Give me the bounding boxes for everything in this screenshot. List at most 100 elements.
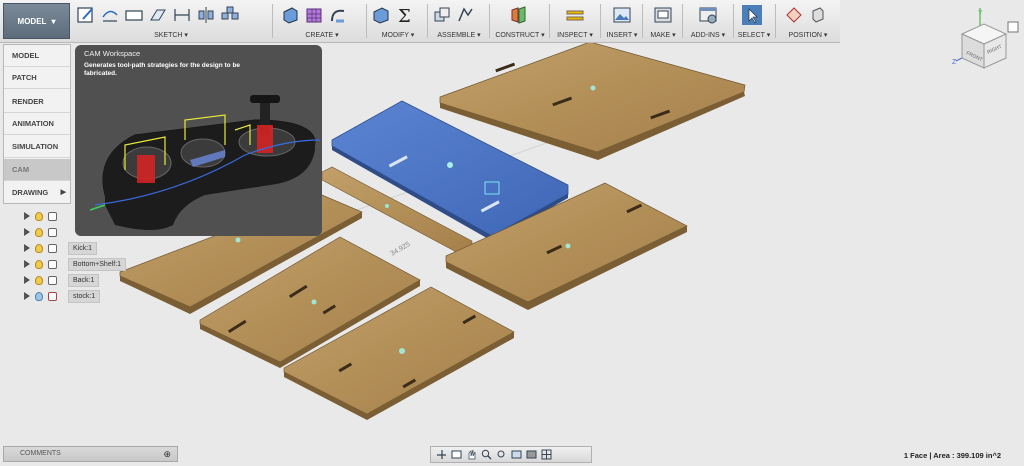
tree-row[interactable] (24, 209, 57, 223)
component-icon (48, 227, 57, 237)
cam-workspace-tooltip: CAM Workspace Generates tool-path strate… (75, 45, 322, 236)
create-group[interactable]: CREATE ▾ (280, 2, 364, 40)
mirror-icon[interactable] (196, 5, 216, 25)
assemble-group[interactable]: ASSEMBLE ▾ (432, 2, 486, 40)
menu-item-cam[interactable]: CAM (4, 159, 70, 181)
sketch-label: SKETCH (154, 32, 183, 39)
comments-label: COMMENTS (20, 450, 61, 457)
pan-icon[interactable] (466, 449, 477, 460)
make-group[interactable]: MAKE ▾ (646, 2, 680, 40)
pattern-icon[interactable] (220, 5, 240, 25)
position-label: POSITION (788, 32, 822, 39)
expand-icon[interactable] (24, 244, 30, 252)
svg-text:Σ: Σ (398, 6, 411, 25)
new-component-icon[interactable] (432, 5, 452, 25)
viewcube[interactable]: Y Z FRONT RIGHT (944, 4, 1024, 74)
assemble-label: ASSEMBLE (437, 32, 476, 39)
construct-label: CONSTRUCT (495, 32, 540, 39)
capture-position-icon[interactable] (784, 5, 804, 25)
visibility-bulb-icon[interactable] (35, 259, 43, 269)
tree-item-label[interactable]: Back:1 (68, 273, 100, 287)
sum-icon[interactable]: Σ (395, 5, 415, 27)
revolve-icon[interactable] (328, 5, 348, 25)
insert-group[interactable]: INSERT ▾ (603, 2, 641, 40)
inspect-label: INSPECT (557, 32, 588, 39)
position-group[interactable]: POSITION ▾ (780, 2, 836, 40)
line-icon[interactable] (100, 5, 120, 25)
menu-item-drawing[interactable]: DRAWING ▶ (4, 182, 70, 204)
visibility-bulb-icon[interactable] (35, 275, 43, 285)
select-group[interactable]: SELECT ▾ (736, 2, 772, 40)
tree-row-stock[interactable]: stock:1 (24, 289, 101, 303)
component-link-icon (48, 291, 57, 301)
tree-row-bottom-shelf[interactable]: Bottom+Shelf:1 (24, 257, 127, 271)
component-icon (48, 275, 57, 285)
tree-row-kick[interactable]: Kick:1 (24, 241, 98, 255)
home-view-icon[interactable] (1007, 21, 1019, 33)
add-comment-icon[interactable]: ⊕ (163, 449, 171, 460)
panel-top[interactable] (439, 41, 746, 160)
axis-y-label: Y (978, 10, 983, 17)
grid-icon[interactable] (541, 449, 552, 460)
addins-label: ADD-INS (690, 32, 720, 39)
selection-status: 1 Face | Area : 399.109 in^2 (903, 451, 1001, 460)
scripts-icon[interactable] (698, 5, 718, 25)
component-icon (48, 243, 57, 253)
create-sketch-icon[interactable] (76, 5, 96, 25)
menu-item-patch[interactable]: PATCH (4, 67, 70, 89)
dropdown-caret-icon: ▾ (51, 16, 56, 26)
joint-icon[interactable] (456, 5, 476, 25)
extrude-icon[interactable] (280, 5, 300, 25)
workspace-switcher-button[interactable]: MODEL ▾ (3, 3, 70, 39)
navigation-bar (430, 446, 592, 463)
workspace-menu: MODEL PATCH RENDER ANIMATION SIMULATION … (3, 44, 71, 204)
tree-item-label[interactable]: Bottom+Shelf:1 (68, 257, 127, 271)
menu-item-animation[interactable]: ANIMATION (4, 113, 70, 135)
revert-icon[interactable] (808, 5, 828, 25)
insert-image-icon[interactable] (612, 5, 632, 25)
dimension-icon[interactable] (172, 5, 192, 25)
offset-plane-icon[interactable] (509, 5, 529, 25)
display-settings-icon[interactable] (511, 449, 522, 460)
press-pull-icon[interactable] (371, 5, 391, 25)
visibility-bulb-icon[interactable] (35, 243, 43, 253)
axis-z-label: Z (952, 59, 957, 66)
modify-group[interactable]: Σ MODIFY ▾ (371, 2, 425, 40)
expand-icon[interactable] (24, 228, 30, 236)
select-arrow-icon[interactable] (742, 5, 762, 25)
addins-group[interactable]: ADD-INS ▾ (686, 2, 730, 40)
project-icon[interactable] (148, 5, 168, 25)
expand-icon[interactable] (24, 260, 30, 268)
component-icon (48, 259, 57, 269)
menu-item-render[interactable]: RENDER (4, 91, 70, 113)
tree-row-back[interactable]: Back:1 (24, 273, 100, 287)
form-icon[interactable] (304, 5, 324, 25)
cam-preview-illustration (89, 95, 321, 230)
expand-icon[interactable] (24, 276, 30, 284)
fit-icon[interactable] (496, 449, 507, 460)
expand-icon[interactable] (24, 292, 30, 300)
dimension-label: 34.925 (390, 241, 412, 258)
look-at-icon[interactable] (451, 449, 462, 460)
zoom-icon[interactable] (481, 449, 492, 460)
rectangle-icon[interactable] (124, 5, 144, 25)
orbit-icon[interactable] (436, 449, 447, 460)
visibility-bulb-icon[interactable] (35, 211, 43, 221)
sketch-group[interactable]: SKETCH ▾ (76, 2, 266, 40)
visual-style-icon[interactable] (526, 449, 537, 460)
menu-item-simulation[interactable]: SIMULATION (4, 136, 70, 158)
inspect-group[interactable]: INSPECT ▾ (553, 2, 597, 40)
menu-item-model[interactable]: MODEL (4, 45, 70, 67)
tree-row[interactable] (24, 225, 57, 239)
workspace-label: MODEL (17, 16, 47, 26)
visibility-bulb-icon[interactable] (35, 291, 43, 301)
visibility-bulb-icon[interactable] (35, 227, 43, 237)
expand-icon[interactable] (24, 212, 30, 220)
tree-item-label[interactable]: stock:1 (68, 289, 101, 303)
tree-item-label[interactable]: Kick:1 (68, 241, 98, 255)
comments-panel[interactable]: COMMENTS ⊕ (3, 446, 178, 462)
create-label: CREATE (305, 32, 334, 39)
measure-icon[interactable] (565, 5, 585, 25)
construct-group[interactable]: CONSTRUCT ▾ (493, 2, 547, 40)
3d-print-icon[interactable] (653, 5, 673, 25)
